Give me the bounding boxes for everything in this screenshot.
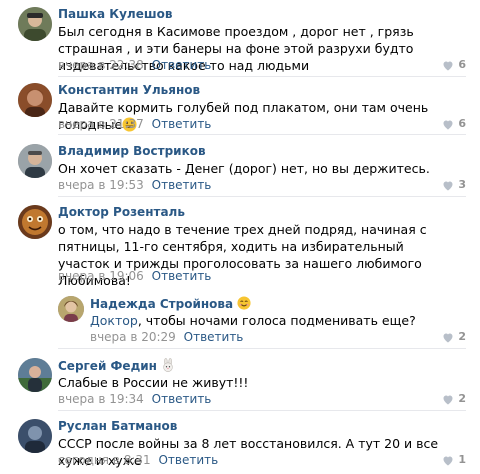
divider	[58, 134, 466, 135]
avatar[interactable]	[58, 296, 84, 322]
heart-icon	[443, 61, 453, 70]
divider	[58, 410, 466, 411]
comment-meta: вчера в 19:53 Ответить	[58, 178, 211, 192]
comment-author[interactable]: Константин Ульянов	[58, 83, 200, 97]
comment-text: Слабые в России не живут!!!	[58, 375, 249, 390]
comment-author[interactable]: Пашка Кулешов	[58, 7, 172, 21]
comment-time[interactable]: вчера в 19:06	[58, 269, 144, 283]
avatar[interactable]	[18, 205, 52, 239]
comment-author[interactable]: Сергей Федин	[58, 358, 175, 373]
reply-button[interactable]: Ответить	[152, 392, 212, 406]
avatar[interactable]	[18, 144, 52, 178]
reply-button[interactable]: Ответить	[152, 178, 212, 192]
avatar[interactable]	[18, 83, 52, 117]
divider	[58, 196, 466, 197]
avatar[interactable]	[18, 7, 52, 41]
mention-link[interactable]: Доктор	[90, 313, 138, 328]
smile-emoji-icon	[237, 296, 251, 310]
like-count: 2	[458, 392, 466, 405]
comment-time[interactable]: вчера в 21:37	[58, 117, 144, 131]
comment-meta: вчера в 20:29 Ответить	[90, 330, 243, 344]
comment-item: Пашка Кулешов Был сегодня в Касимове про…	[0, 7, 480, 75]
like-button[interactable]: 6	[442, 117, 466, 131]
comment-item: Константин Ульянов Давайте кормить голуб…	[0, 83, 480, 132]
comment-author[interactable]: Надежда Стройнова	[90, 296, 251, 311]
comment-author[interactable]: Доктор Розенталь	[58, 205, 185, 219]
comment-meta: вчера в 21:37 Ответить	[58, 117, 211, 131]
rabbit-emoji-icon	[163, 358, 173, 372]
comment-item: Доктор Розенталь о том, что надо в течен…	[0, 205, 480, 288]
like-count: 6	[458, 117, 466, 130]
heart-icon	[443, 456, 453, 465]
reply-button[interactable]: Ответить	[184, 330, 244, 344]
comment-meta: сегодня в 8:31 Ответить	[58, 453, 218, 467]
like-count: 3	[458, 178, 466, 191]
reply-button[interactable]: Ответить	[152, 58, 212, 72]
divider	[58, 76, 466, 77]
like-button[interactable]: 6	[442, 58, 466, 72]
comment-author[interactable]: Руслан Батманов	[58, 419, 177, 433]
like-button[interactable]: 1	[442, 453, 466, 467]
comment-item: Руслан Батманов СССР после войны за 8 ле…	[0, 419, 480, 468]
like-count: 6	[458, 58, 466, 71]
comment-time[interactable]: вчера в 20:29	[90, 330, 176, 344]
comment-author[interactable]: Владимир Востриков	[58, 144, 206, 158]
heart-icon	[443, 395, 453, 404]
like-button[interactable]: 2	[442, 392, 466, 406]
comment-meta: вчера в 22:38 Ответить	[58, 58, 211, 72]
heart-icon	[443, 333, 453, 342]
reply-button[interactable]: Ответить	[158, 453, 218, 467]
comment-time[interactable]: вчера в 22:38	[58, 58, 144, 72]
comment-time[interactable]: вчера в 19:34	[58, 392, 144, 406]
reply-button[interactable]: Ответить	[152, 117, 212, 131]
comment-meta: вчера в 19:06 Ответить	[58, 269, 211, 283]
comment-time[interactable]: вчера в 19:53	[58, 178, 144, 192]
comment-item: Сергей Федин Слабые в России не живут!!!…	[0, 358, 480, 406]
comment-text: Он хочет сказать - Денег (дорог) нет, но…	[58, 161, 430, 176]
like-count: 2	[458, 330, 466, 343]
reply-button[interactable]: Ответить	[152, 269, 212, 283]
comment-reply-item: Надежда Стройнова Доктор, чтобы ночами г…	[0, 296, 480, 344]
comment-meta: вчера в 19:34 Ответить	[58, 392, 211, 406]
divider	[58, 348, 466, 349]
avatar[interactable]	[18, 358, 52, 392]
like-button[interactable]: 3	[442, 178, 466, 192]
comment-time[interactable]: сегодня в 8:31	[58, 453, 151, 467]
avatar[interactable]	[18, 419, 52, 453]
comment-text: Доктор, чтобы ночами голоса подменивать …	[90, 313, 416, 328]
like-button[interactable]: 2	[442, 330, 466, 344]
heart-icon	[443, 181, 453, 190]
heart-icon	[443, 120, 453, 129]
like-count: 1	[458, 453, 466, 466]
comment-item: Владимир Востриков Он хочет сказать - Де…	[0, 144, 480, 192]
